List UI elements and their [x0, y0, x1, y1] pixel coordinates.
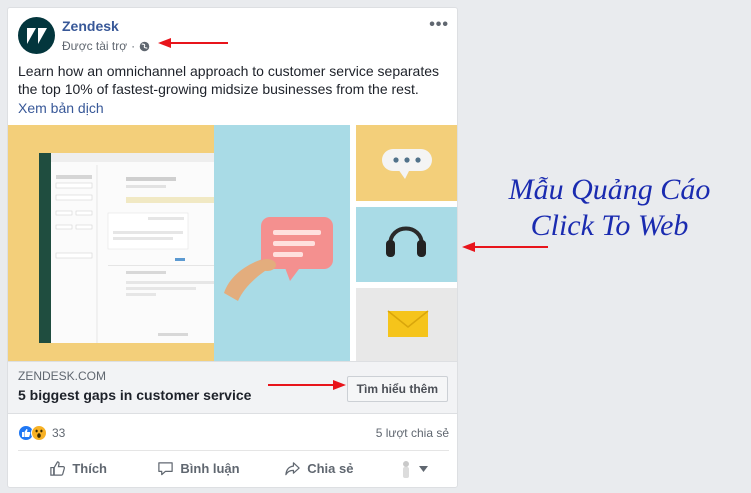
sponsored-line: Được tài trợ ·	[62, 39, 150, 53]
page-name-link[interactable]: Zendesk	[62, 18, 119, 34]
more-options-button[interactable]: •••	[429, 16, 449, 34]
thumbs-up-icon	[50, 461, 66, 476]
link-domain: ZENDESK.COM	[18, 369, 107, 383]
like-button[interactable]: Thích	[18, 460, 138, 477]
comment-label: Bình luận	[180, 461, 240, 476]
post-actions-bar: Thích Bình luận Chia sẻ	[18, 450, 449, 486]
react-as-dropdown[interactable]	[379, 459, 449, 479]
profile-avatar-icon	[403, 460, 410, 478]
post-body-text: Learn how an omnichannel approach to cus…	[18, 63, 440, 97]
share-button[interactable]: Chia sẻ	[259, 460, 379, 477]
comment-icon	[158, 462, 174, 476]
annotation-line-1: Mẫu Quảng Cáo	[508, 173, 711, 206]
learn-more-button[interactable]: Tìm hiểu thêm	[346, 376, 448, 402]
like-label: Thích	[72, 461, 107, 476]
see-translation-link[interactable]: Xem bản dịch	[18, 100, 104, 116]
annotation-caption: Mẫu Quảng Cáo Click To Web	[468, 172, 751, 244]
separator: ·	[131, 39, 136, 53]
post-stats: 33 5 lượt chia sẻ	[8, 416, 457, 450]
link-title[interactable]: 5 biggest gaps in customer service	[18, 387, 251, 403]
globe-icon	[139, 41, 150, 51]
comment-button[interactable]: Bình luận	[138, 460, 258, 477]
post-header: Zendesk Được tài trợ · •••	[8, 8, 457, 64]
ad-creative-image[interactable]	[8, 125, 457, 361]
reaction-count: 33	[52, 426, 66, 440]
reactions-summary[interactable]: 33	[18, 425, 65, 441]
share-arrow-icon	[285, 462, 300, 476]
zendesk-logo-avatar[interactable]	[18, 17, 55, 54]
wow-reaction-icon	[31, 425, 47, 441]
sponsored-post: Zendesk Được tài trợ · ••• Learn how an …	[7, 7, 458, 488]
sponsored-label[interactable]: Được tài trợ	[62, 39, 127, 53]
arrow-sponsored-annotation	[158, 38, 228, 48]
annotation-line-2: Click To Web	[530, 209, 689, 242]
share-label: Chia sẻ	[307, 461, 354, 476]
link-preview-bar[interactable]: ZENDESK.COM 5 biggest gaps in customer s…	[8, 361, 457, 414]
arrow-cta-annotation	[268, 380, 346, 390]
zendesk-logo-icon	[26, 27, 47, 44]
share-count-link[interactable]: 5 lượt chia sẻ	[376, 426, 449, 440]
chevron-down-icon	[419, 465, 429, 472]
